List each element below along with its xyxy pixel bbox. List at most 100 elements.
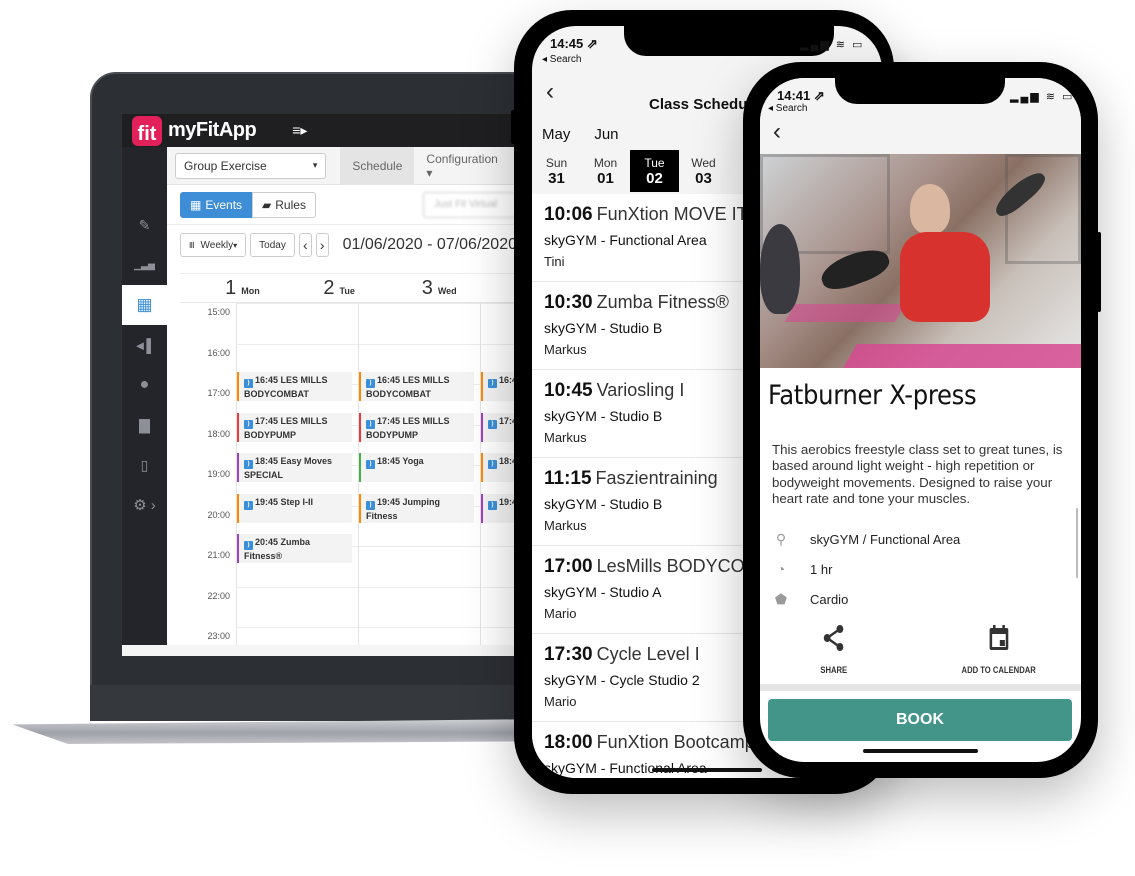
class-name: Variosling I: [596, 380, 685, 400]
events-rules-toggle: ▦ Events ▰ Rules: [180, 191, 316, 218]
day-name: Sun: [545, 155, 568, 170]
sidebar-item-settings[interactable]: ⚙ ›: [122, 485, 167, 525]
events-button[interactable]: ▦ Events: [180, 191, 253, 218]
hour-gridline: [236, 586, 517, 588]
category-text: Cardio: [810, 592, 849, 607]
calendar-icon: [988, 624, 1010, 659]
admin-web-app: fit myFitApp ≡▸ ✎ ▁▃▅ ▦ ◄▌ ● ▇ ▯ ⚙ › Gro…: [122, 114, 517, 656]
rss-feed-icon: ): [366, 460, 375, 469]
calendar-event[interactable]: ) 18:45 Easy Moves SPECIAL: [237, 453, 352, 482]
hour-label: 21:00: [207, 550, 230, 560]
day-cell[interactable]: Mon 01: [581, 150, 630, 192]
top-nav: Group Exercise ▾ Schedule Configuration …: [167, 146, 517, 185]
month-label: May: [542, 126, 571, 143]
calendar-event[interactable]: ) 18:45 Yoga: [359, 453, 474, 482]
scrollbar[interactable]: [1076, 508, 1078, 578]
timer-icon: ◔: [776, 561, 786, 577]
rules-button[interactable]: ▰ Rules: [252, 191, 316, 218]
hour-label: 19:00: [207, 469, 230, 479]
day-cell[interactable]: Sun 31: [532, 150, 581, 192]
rss-feed-icon: ): [244, 379, 253, 388]
tab-configuration[interactable]: Configuration ▾: [414, 147, 517, 185]
book-button[interactable]: BOOK: [768, 699, 1072, 741]
menu-toggle-icon[interactable]: ≡▸: [292, 122, 307, 139]
calendar-event[interactable]: ) 19:45 Step I-II: [237, 493, 352, 523]
laptop-bezel-bottom: [90, 685, 560, 721]
mobile-icon: ▯: [140, 456, 149, 473]
chevron-left-icon: ‹: [546, 78, 554, 105]
calendar-event[interactable]: ) 16:45 LES MILLS BODYCOMBAT: [359, 372, 474, 401]
home-indicator: [652, 768, 762, 772]
day-name: Tue: [644, 155, 665, 170]
class-name: FunXtion MOVE IT: [596, 204, 748, 224]
class-name: Faszientraining: [595, 468, 718, 488]
day-name: Tue: [339, 286, 355, 296]
app-logo[interactable]: fit: [132, 115, 162, 146]
tab-schedule[interactable]: Schedule: [340, 146, 415, 185]
class-name: Cycle Level I: [596, 644, 700, 664]
group-select-value: Group Exercise: [184, 158, 267, 173]
class-hero-image: [760, 154, 1081, 368]
status-back-search[interactable]: ◂ Search: [768, 103, 807, 114]
status-time: 14:45 ⇗: [550, 36, 598, 51]
month-labels: May Jun: [542, 126, 619, 143]
class-name: Zumba Fitness®: [596, 292, 729, 312]
sidebar-item-mobile[interactable]: ▯: [122, 445, 167, 485]
share-button[interactable]: SHARE: [820, 624, 847, 675]
sidebar-item-locations[interactable]: ●: [122, 365, 167, 405]
sidebar-item-announcements[interactable]: ◄▌: [122, 325, 167, 365]
calendar-event[interactable]: ) 17:45 LES MILLS BODYPUMP: [359, 412, 474, 442]
hour-label: 23:00: [207, 631, 230, 641]
status-back-search[interactable]: ◂ Search: [542, 54, 581, 65]
calendar-event[interactable]: )18:45 BODYC: [481, 453, 517, 482]
day-name: Mon: [241, 286, 260, 296]
calendar-icon: ▦: [136, 295, 153, 314]
calendar-event[interactable]: ) 20:45 Zumba Fitness®: [237, 534, 352, 563]
day-name: Mon: [593, 155, 618, 170]
calendar-event[interactable]: )17:45: [481, 412, 517, 442]
view-select[interactable]: Ⅲ Weekly ▾: [180, 233, 247, 257]
next-week-button[interactable]: ›: [315, 233, 329, 257]
rss-feed-icon: ): [488, 460, 497, 469]
day-date: 31: [548, 169, 565, 187]
studio-filter-input[interactable]: Just Fit Virtual: [422, 191, 517, 218]
sidebar-item-reports[interactable]: ▁▃▅: [122, 245, 167, 285]
day-cell[interactable]: Wed 03: [679, 150, 728, 192]
sidebar-item-documents[interactable]: ▇: [122, 405, 167, 445]
sidebar-item-calendar[interactable]: ▦: [122, 285, 167, 325]
events-label: Events: [205, 197, 243, 212]
hero-person: [760, 224, 800, 314]
calendar-event[interactable]: ) 19:45 Jumping Fitness: [359, 493, 474, 523]
detail-actions: SHARE ADD TO CALENDAR: [760, 624, 1081, 684]
hour-label: 16:00: [207, 347, 230, 358]
view-select-value: Weekly: [200, 239, 234, 251]
class-time: 17:30: [544, 644, 593, 665]
day-header[interactable]: 2 Tue: [323, 274, 421, 302]
sidebar-item-edit[interactable]: ✎: [122, 205, 167, 245]
app-topbar: fit myFitApp ≡▸: [122, 114, 517, 147]
phone-class-detail: 14:41 ⇗ ◂ Search ▂▄▆ ≋ ▭ ‹ Fatburner X-p…: [743, 62, 1101, 778]
view-toolbar: ▦ Events ▰ Rules Just Fit Virtual: [167, 185, 517, 225]
today-button[interactable]: Today: [250, 233, 295, 257]
day-header[interactable]: 1 Mon: [225, 274, 323, 302]
rss-feed-icon: ): [488, 379, 497, 388]
event-title: 19:45 Jumping Fitness: [366, 496, 441, 521]
prev-week-button[interactable]: ‹: [298, 233, 312, 257]
calendar-event[interactable]: ) 17:45 LES MILLS BODYPUMP: [237, 412, 352, 442]
event-title: 17:45 LES MILLS BODYPUMP: [366, 415, 450, 440]
day-header[interactable]: 3 Wed: [422, 274, 517, 302]
day-cell-selected[interactable]: Tue 02: [630, 150, 679, 192]
caret-down-icon: ▾: [312, 160, 318, 170]
back-button[interactable]: ‹: [546, 78, 554, 106]
back-button[interactable]: ‹: [773, 118, 781, 146]
calendar-event[interactable]: )16:45: [481, 372, 517, 401]
calendar-event[interactable]: )19:45: [481, 493, 517, 523]
book-icon: ▰: [262, 197, 272, 212]
rss-feed-icon: ): [366, 500, 375, 510]
add-to-calendar-button[interactable]: ADD TO CALENDAR: [962, 624, 1036, 675]
hero-person-shirt: [900, 232, 990, 322]
group-select[interactable]: Group Exercise ▾: [175, 152, 327, 179]
class-description: This aerobics freestyle class set to gre…: [772, 442, 1063, 506]
calendar-event[interactable]: ) 16:45 LES MILLS BODYCOMBAT: [237, 372, 352, 401]
home-indicator: [863, 749, 978, 753]
